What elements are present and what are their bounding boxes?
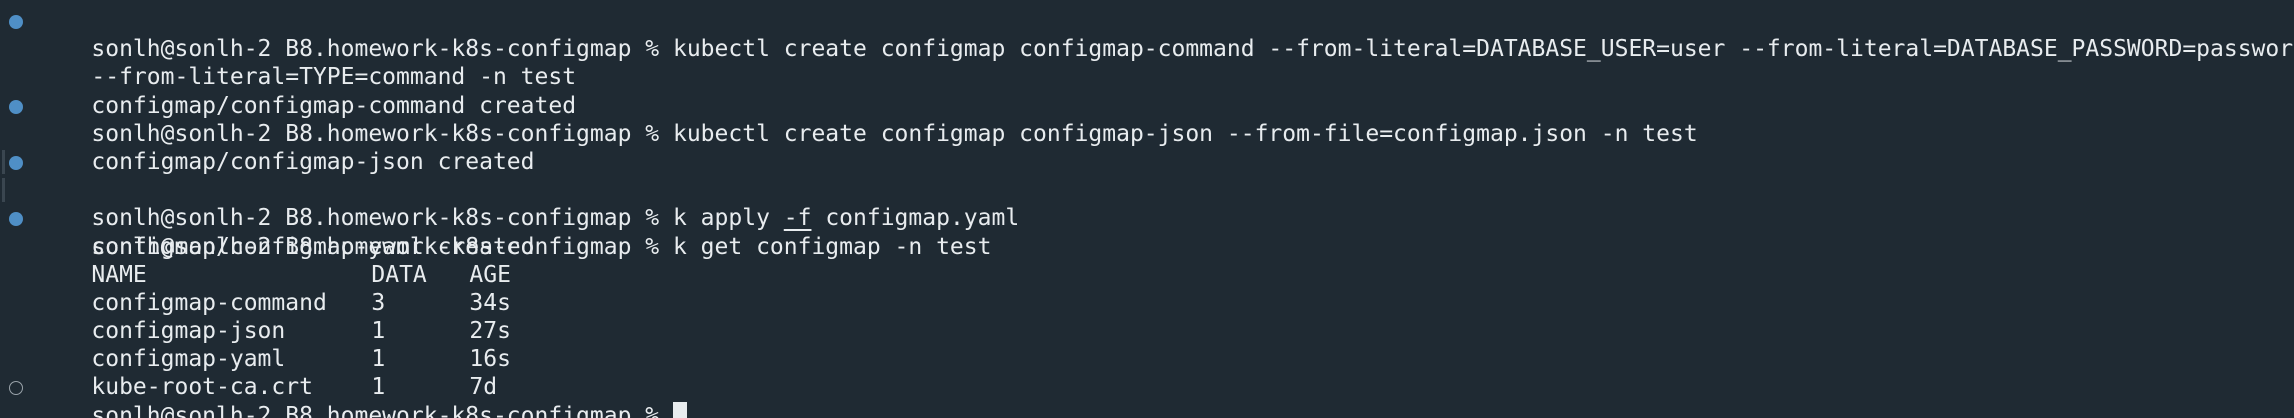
table-row: configmap-yaml 1 16s <box>0 317 2294 372</box>
table-row: kube-root-ca.crt 1 7d <box>0 345 2294 400</box>
command-success-marker-icon[interactable] <box>9 212 23 227</box>
text-cursor[interactable] <box>672 401 687 418</box>
selection-gutter-bar <box>2 149 5 174</box>
command-continuation: --from-literal=TYPE=command -n test <box>0 35 2294 90</box>
command-line[interactable]: sonlh@sonlh-2 B8.homework-k8s-configmap … <box>0 148 2294 231</box>
command-success-marker-icon[interactable] <box>9 155 23 170</box>
table-header-row: NAME DATA AGE <box>0 233 2294 288</box>
command-line[interactable]: sonlh@sonlh-2 B8.homework-k8s-configmap … <box>0 7 2294 62</box>
terminal-window[interactable]: sonlh@sonlh-2 B8.homework-k8s-configmap … <box>0 0 2294 418</box>
table-row: configmap-json 1 27s <box>0 289 2294 344</box>
command-success-marker-icon[interactable] <box>9 15 23 29</box>
active-prompt-line[interactable]: sonlh@sonlh-2 B8.homework-k8s-configmap … <box>0 373 2294 418</box>
output-line: configmap/configmap-command created <box>0 63 2294 119</box>
selection-gutter-bar <box>2 178 5 203</box>
output-line: configmap/configmap-json created <box>0 120 2294 175</box>
prompt: sonlh@sonlh-2 B8.homework-k8s-configmap … <box>91 402 673 418</box>
command-line[interactable]: sonlh@sonlh-2 B8.homework-k8s-configmap … <box>0 92 2294 147</box>
output-line: configmap/configmap-yaml created <box>0 176 2294 260</box>
command-success-marker-icon[interactable] <box>9 99 23 114</box>
command-line[interactable]: sonlh@sonlh-2 B8.homework-k8s-configmap … <box>0 204 2294 260</box>
pending-command-marker-icon[interactable] <box>9 381 23 396</box>
table-row: configmap-command 3 34s <box>0 261 2294 316</box>
